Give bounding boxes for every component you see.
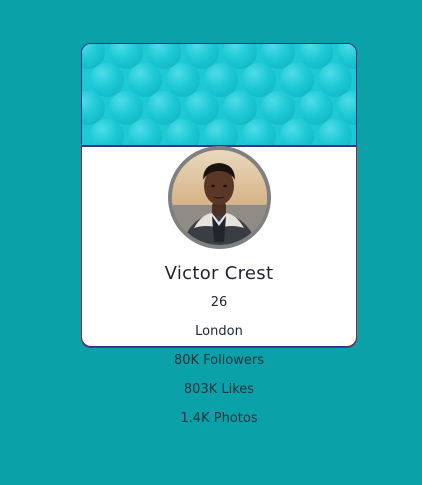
bubble-shape: [223, 91, 257, 125]
bubble-shape: [147, 91, 181, 125]
bubble-shape: [128, 63, 162, 97]
bubble-pattern-background: [82, 44, 356, 145]
photos-stat: 1.4K Photos: [180, 411, 258, 426]
bubble-shape: [90, 63, 124, 97]
bubble-shape: [299, 91, 333, 125]
bubble-shape: [109, 91, 143, 125]
followers-stat: 80K Followers: [173, 353, 265, 368]
card-header-pattern: [82, 44, 356, 147]
bubble-shape: [261, 91, 295, 125]
profile-city: London: [195, 324, 243, 339]
profile-photo-icon: [172, 150, 267, 245]
avatar: [168, 146, 271, 249]
likes-stat: 803K Likes: [183, 382, 255, 397]
profile-name: Victor Crest: [164, 263, 274, 284]
bubble-shape: [166, 63, 200, 97]
profile-age: 26: [210, 295, 228, 310]
profile-card: Victor Crest 26 London: [81, 43, 357, 347]
bubble-shape: [204, 63, 238, 97]
bubble-shape: [242, 63, 276, 97]
bubble-shape: [318, 63, 352, 97]
bubble-shape: [280, 63, 314, 97]
page-body: { "colors": { "background": "#0aa1a8", "…: [0, 0, 422, 485]
bubble-shape: [185, 91, 219, 125]
